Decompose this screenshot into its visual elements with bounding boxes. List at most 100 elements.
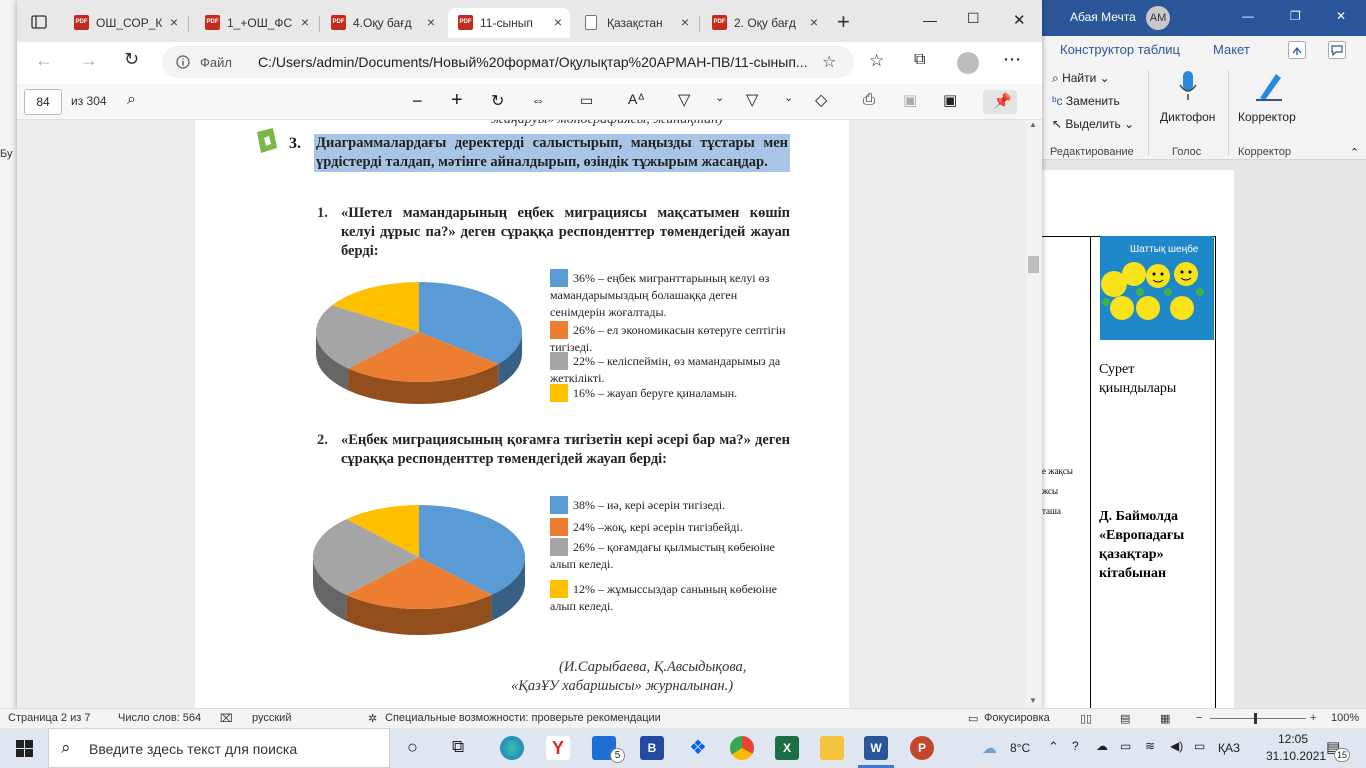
close-icon[interactable]: × [170,14,178,30]
maximize-icon[interactable]: ☐ [967,10,980,27]
zoom-slider[interactable] [1210,718,1306,719]
zoom-out-icon[interactable]: − [412,91,423,112]
dictation-button[interactable]: Диктофон [1154,68,1222,140]
weather-icon[interactable]: ☁ [982,739,997,757]
rotate-icon[interactable]: ↻ [491,91,504,111]
zoom-level[interactable]: 100% [1331,712,1359,724]
close-icon[interactable]: ✕ [1013,11,1026,29]
browser-tab[interactable]: PDF 2. Оқу бағд × [702,8,826,38]
save-icon[interactable]: ▣ [903,91,917,109]
temperature[interactable]: 8°C [1010,741,1030,755]
powerpoint-icon[interactable]: P [910,736,934,760]
forward-icon[interactable]: → [80,50,98,71]
word-count[interactable]: Число слов: 564 [118,712,201,724]
proofing-icon[interactable]: ⌧ [220,712,233,725]
tab-table-design[interactable]: Конструктор таблиц [1060,42,1180,57]
search-icon[interactable]: ⌕ [127,91,136,109]
zoom-out-icon[interactable]: − [1196,712,1202,724]
clock-time[interactable]: 12:05 [1278,732,1308,746]
help-icon[interactable]: ? [1072,739,1079,753]
address-bar[interactable]: Файл C:/Users/admin/Documents/Новый%20фо… [162,46,854,78]
avatar[interactable]: АМ [1146,6,1170,30]
minimize-icon[interactable]: — [1242,9,1254,23]
cloud-icon[interactable]: ☁ [1096,739,1108,753]
close-icon[interactable]: × [554,14,562,30]
cortana-icon[interactable]: ○ [407,737,418,758]
comment-icon[interactable] [1328,41,1346,59]
fit-page-icon[interactable]: ⇔ [531,92,545,108]
task-view-icon[interactable]: ⧉ [452,737,464,757]
word-icon[interactable]: W [864,736,888,760]
volume-icon[interactable]: ◀) [1170,739,1183,753]
battery-icon[interactable]: ▭ [1194,739,1205,753]
new-tab-button[interactable]: + [837,9,850,35]
close-icon[interactable]: × [301,14,309,30]
zoom-slider-thumb[interactable] [1254,713,1257,724]
display-icon[interactable]: ▭ [1120,739,1131,753]
chevron-down-icon[interactable]: ⌄ [784,91,793,104]
focus-mode[interactable]: Фокусировка [984,712,1050,724]
select-button[interactable]: ↖ Выделить ⌄ [1052,117,1134,131]
close-icon[interactable]: ✕ [1336,9,1346,23]
read-mode-icon[interactable]: ▯▯ [1080,712,1092,725]
scrollbar-thumb[interactable] [1028,256,1039,273]
save-as-icon[interactable]: ▣ [943,91,957,109]
focus-icon[interactable]: ▭ [968,712,978,725]
print-icon[interactable]: ⎙ [863,91,875,108]
chevron-down-icon[interactable]: ⌄ [715,91,724,104]
browser-tab[interactable]: PDF 1_+ОШ_ФС × [195,8,317,38]
highlight-icon[interactable]: ▽ [678,90,690,110]
collapse-ribbon-icon[interactable]: ⌃ [1350,146,1359,159]
share-icon[interactable] [1288,41,1306,59]
add-favorite-icon[interactable]: ☆ [822,52,836,72]
taskbar-search[interactable]: ⌕ Введите здесь текст для поиска [48,728,390,768]
close-icon[interactable]: × [810,14,818,30]
scroll-up-icon[interactable]: ▲ [1029,120,1037,129]
chrome-icon[interactable] [730,736,754,760]
tab-layout[interactable]: Макет [1213,42,1250,57]
browser-tab[interactable]: PDF 4.Оқу бағд × [321,8,443,38]
find-button[interactable]: ⌕ Найти ⌄ [1052,71,1110,86]
clock-date[interactable]: 31.10.2021 [1266,749,1326,763]
more-menu-icon[interactable]: ⋯ [1003,49,1022,70]
accessibility-icon[interactable]: ✲ [368,712,377,725]
browser-tab[interactable]: PDF 11-сынып × [448,8,570,38]
yandex-icon[interactable]: Y [546,736,570,760]
back-icon[interactable]: ← [35,50,53,71]
b-app-icon[interactable]: B [640,736,664,760]
favorites-icon[interactable]: ☆ [869,51,884,71]
collections-icon[interactable]: ⧉ [914,51,925,69]
scrollbar[interactable]: ▲ ▼ [1025,120,1042,710]
language-status[interactable]: русский [252,712,291,724]
page-view-icon[interactable]: ▭ [580,92,593,109]
page-status[interactable]: Страница 2 из 7 [8,712,90,724]
minimize-icon[interactable]: — [923,12,937,28]
refresh-icon[interactable]: ↻ [124,49,139,70]
page-number-input[interactable]: 84 [24,89,62,115]
print-layout-icon[interactable]: ▤ [1120,712,1130,725]
restore-icon[interactable]: ❐ [1290,9,1301,23]
windows-start-icon[interactable] [16,740,33,757]
pin-toolbar-button[interactable]: 📌 [983,90,1017,114]
accessibility-status[interactable]: Специальные возможности: проверьте реком… [385,712,661,724]
scroll-down-icon[interactable]: ▼ [1029,696,1037,705]
draw-icon[interactable]: ▽ [746,90,758,110]
pdf-viewer[interactable]: жаңаруы» монографиясы, жинақтан) 3. Диаг… [17,120,1042,710]
profile-avatar[interactable] [957,52,979,74]
browser-tab[interactable]: PDF ОШ_СОР_К × [64,8,186,38]
zoom-in-icon[interactable]: + [451,89,463,112]
replace-button[interactable]: ᵇc Заменить [1052,94,1120,108]
web-layout-icon[interactable]: ▦ [1160,712,1170,725]
editor-button[interactable]: Корректор [1232,68,1304,140]
eraser-icon[interactable]: ◇ [815,90,827,110]
chevron-up-icon[interactable]: ⌃ [1048,739,1059,755]
browser-tab[interactable]: Қазақстан × [575,8,697,38]
zoom-in-icon[interactable]: + [1310,712,1316,724]
file-explorer-icon[interactable] [820,736,844,760]
close-icon[interactable]: × [681,14,689,30]
excel-icon[interactable]: X [775,736,799,760]
read-aloud-icon[interactable]: Aᐞ [628,91,645,108]
edge-icon[interactable] [500,736,524,760]
dropbox-icon[interactable]: ❖ [686,736,710,760]
input-language[interactable]: ҚАЗ [1218,741,1240,755]
